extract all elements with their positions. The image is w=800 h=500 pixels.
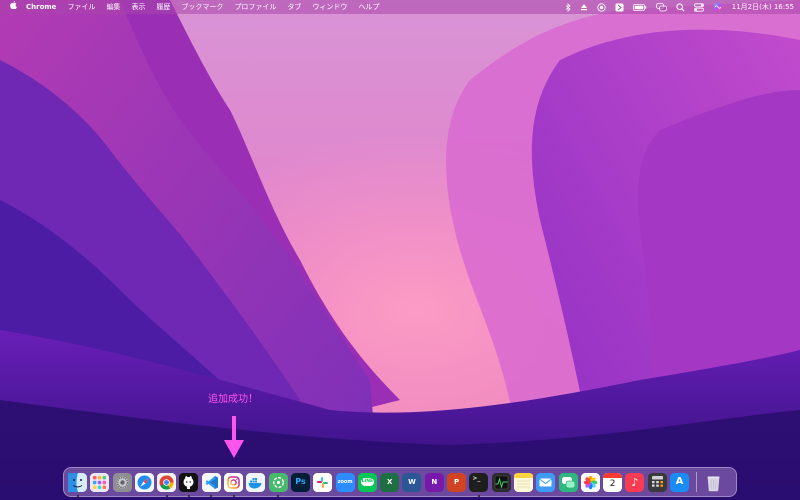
dock-item-trash[interactable] bbox=[704, 473, 723, 492]
chrome-icon bbox=[157, 472, 177, 492]
desktop[interactable]: Chrome ファイル 編集 表示 履歴 ブックマーク プロファイル タブ ウィ… bbox=[0, 0, 800, 500]
dock-item-system-settings[interactable] bbox=[112, 472, 132, 492]
instagram-icon bbox=[224, 472, 244, 492]
dock-item-activity-monitor[interactable] bbox=[491, 472, 511, 492]
dock-item-powerpoint[interactable]: P bbox=[447, 472, 467, 492]
dock-item-music[interactable]: ♪ bbox=[625, 472, 645, 492]
word-icon: W bbox=[408, 477, 416, 486]
running-indicator bbox=[165, 494, 168, 497]
powerpoint-icon: P bbox=[453, 477, 460, 486]
dock-item-slack[interactable] bbox=[313, 472, 333, 492]
github-icon bbox=[179, 472, 199, 492]
app-store-icon: A bbox=[675, 476, 684, 487]
photoshop-icon: Ps bbox=[295, 477, 306, 486]
dock-item-photoshop[interactable]: Ps bbox=[290, 472, 310, 492]
menu-profiles[interactable]: プロファイル bbox=[234, 2, 276, 12]
dock-item-app-store[interactable]: A bbox=[670, 472, 690, 492]
calculator-icon bbox=[647, 472, 667, 492]
menubar-clock[interactable]: 11月2日(木) 16:55 bbox=[732, 2, 794, 12]
terminal-icon: >_ bbox=[472, 474, 481, 482]
status-area: 11月2日(木) 16:55 bbox=[556, 0, 794, 14]
down-arrow-icon bbox=[224, 416, 244, 458]
menu-view[interactable]: 表示 bbox=[131, 2, 145, 12]
menu-history[interactable]: 履歴 bbox=[156, 2, 170, 12]
notes-icon bbox=[513, 472, 533, 492]
running-indicator bbox=[187, 494, 190, 497]
dock-item-calculator[interactable] bbox=[647, 472, 667, 492]
apple-logo-icon[interactable] bbox=[10, 0, 17, 14]
dock-item-messages[interactable] bbox=[558, 472, 578, 492]
chatgpt-icon bbox=[268, 472, 288, 492]
dock-item-notes[interactable] bbox=[513, 472, 533, 492]
activity-monitor-icon bbox=[491, 472, 511, 492]
dock-item-line[interactable]: LINE bbox=[357, 472, 377, 492]
dock-item-word[interactable]: W bbox=[402, 472, 422, 492]
docker-icon bbox=[246, 472, 266, 492]
menu-bookmarks[interactable]: ブックマーク bbox=[181, 2, 223, 12]
desktop-wallpaper bbox=[0, 0, 800, 500]
menu-window[interactable]: ウィンドウ bbox=[312, 2, 347, 12]
dock-item-launchpad[interactable] bbox=[90, 472, 110, 492]
menu-tab[interactable]: タブ bbox=[287, 2, 301, 12]
menu-file[interactable]: ファイル bbox=[67, 2, 95, 12]
calendar-header-bar bbox=[603, 472, 623, 478]
dock-separator bbox=[696, 472, 698, 492]
dock-item-terminal[interactable]: >_ bbox=[469, 472, 489, 497]
control-center-icon[interactable] bbox=[693, 0, 704, 14]
photos-icon bbox=[580, 472, 600, 492]
line-icon: LINE bbox=[360, 477, 375, 487]
annotation-text: 追加成功！ bbox=[208, 394, 258, 405]
dock-item-finder[interactable] bbox=[68, 472, 87, 497]
dock-item-instagram[interactable] bbox=[224, 472, 244, 497]
compass-icon bbox=[134, 472, 154, 492]
messages-icon[interactable] bbox=[655, 0, 667, 14]
slack-icon bbox=[313, 472, 333, 492]
music-icon: ♪ bbox=[631, 475, 639, 489]
dock-item-mail[interactable] bbox=[536, 472, 556, 492]
menu-bar: Chrome ファイル 編集 表示 履歴 ブックマーク プロファイル タブ ウィ… bbox=[0, 0, 800, 14]
running-indicator bbox=[232, 494, 235, 497]
excel-icon: X bbox=[386, 477, 393, 486]
search-icon[interactable] bbox=[676, 0, 685, 14]
running-indicator bbox=[477, 494, 480, 497]
dock-item-calendar[interactable]: 2 bbox=[603, 472, 623, 492]
dock-item-zoom[interactable]: zoom bbox=[335, 472, 355, 492]
dock-item-vscode[interactable] bbox=[201, 472, 221, 497]
menu-help[interactable]: ヘルプ bbox=[358, 2, 379, 12]
active-app-name[interactable]: Chrome bbox=[26, 3, 56, 11]
screen-record-icon[interactable] bbox=[597, 0, 606, 14]
siri-icon[interactable] bbox=[713, 0, 723, 14]
dock: Ps zoom LINE X W N P >_ 2 ♪ A bbox=[63, 467, 737, 497]
dock-item-github-desktop[interactable] bbox=[179, 472, 199, 497]
running-indicator bbox=[277, 494, 280, 497]
dock-item-excel[interactable]: X bbox=[380, 472, 400, 492]
battery-icon[interactable] bbox=[632, 0, 647, 14]
running-indicator bbox=[76, 494, 79, 497]
eject-icon[interactable] bbox=[580, 0, 588, 14]
dock-item-photos[interactable] bbox=[580, 472, 600, 492]
vscode-icon bbox=[201, 472, 221, 492]
running-indicator bbox=[210, 494, 213, 497]
bluetooth-icon[interactable] bbox=[565, 0, 571, 14]
mail-icon bbox=[536, 472, 556, 492]
dock-item-docker[interactable] bbox=[246, 472, 266, 492]
dock-item-onenote[interactable]: N bbox=[424, 472, 444, 492]
onenote-icon: N bbox=[431, 477, 438, 486]
dock-item-safari[interactable] bbox=[134, 472, 154, 492]
calendar-icon: 2 bbox=[609, 478, 616, 489]
dock-item-chatgpt[interactable] bbox=[268, 472, 288, 497]
launchpad-icon bbox=[90, 472, 110, 492]
dock-item-chrome[interactable] bbox=[157, 472, 177, 497]
finder-icon bbox=[68, 472, 87, 492]
menu-edit[interactable]: 編集 bbox=[106, 2, 120, 12]
app-indicator-icon[interactable] bbox=[615, 0, 624, 14]
zoom-icon: zoom bbox=[337, 478, 353, 485]
trash-icon bbox=[704, 473, 723, 492]
gear-icon bbox=[112, 472, 132, 492]
chat-bubbles-icon bbox=[558, 472, 578, 492]
